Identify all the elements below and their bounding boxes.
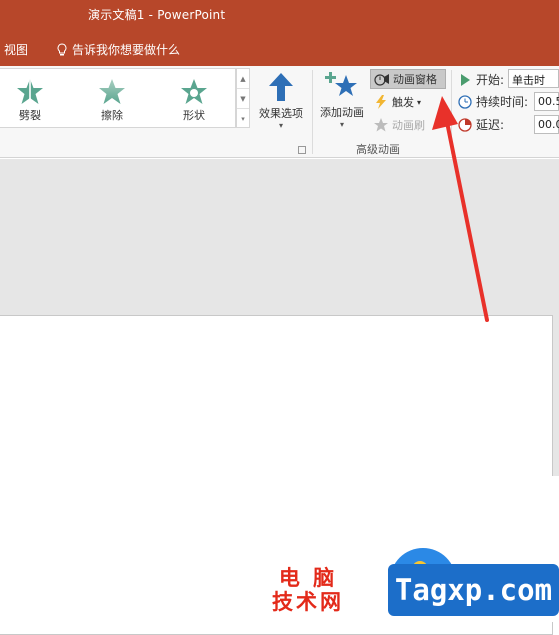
lightbulb-icon	[57, 42, 67, 55]
delay-label: 延迟:	[476, 118, 505, 132]
chevron-down-icon: ▾	[339, 120, 344, 129]
animation-pane-button[interactable]: 动画窗格	[370, 69, 446, 89]
add-animation-label: 添加动画	[320, 106, 364, 119]
gallery-more-icon[interactable]: ▾	[237, 109, 249, 129]
timing-delay: 延迟:	[458, 116, 504, 133]
gallery-label: 劈裂	[19, 109, 41, 122]
gallery-label: 形状	[183, 109, 205, 122]
effect-options-label: 效果选项	[259, 107, 303, 120]
timing-duration: 持续时间:	[458, 93, 528, 110]
delay-clock-icon	[458, 117, 472, 132]
duration-input[interactable]: 00.5	[534, 92, 559, 111]
dialog-launcher-icon[interactable]	[298, 146, 306, 154]
group-divider	[312, 70, 313, 154]
watermark-logo: Tagxp.com	[388, 564, 559, 616]
scroll-up-icon[interactable]: ▲	[237, 69, 249, 89]
gallery-item-split[interactable]: 劈裂	[0, 77, 60, 123]
play-icon	[461, 73, 470, 86]
split-star-icon	[17, 79, 43, 104]
timing-start: 开始:	[458, 71, 504, 88]
gallery-scrollbar[interactable]: ▲ ▼ ▾	[236, 68, 250, 128]
add-animation-button[interactable]: 添加动画 ▾	[316, 70, 368, 142]
animation-painter-button[interactable]: 动画刷	[370, 115, 428, 135]
trigger-label: 触发	[392, 96, 414, 109]
wipe-star-icon	[99, 79, 125, 104]
title-bar: 演示文稿1 - PowerPoint	[0, 0, 559, 33]
chevron-down-icon: ▾	[417, 97, 422, 107]
ribbon-tab-bar: 视图 告诉我你想要做什么	[0, 33, 559, 66]
animations-ribbon: 劈裂 擦除 形状 ▲ ▼ ▾ 效果选项 ▾ 添加动画 ▾ 动画窗格 触发 ▾ 动…	[0, 66, 559, 158]
gallery-item-shape[interactable]: 形状	[164, 77, 224, 123]
animation-painter-label: 动画刷	[392, 119, 425, 132]
tab-view[interactable]: 视图	[4, 41, 28, 58]
watermark-text: 电 脑 技术网	[272, 566, 344, 614]
watermark-line2: 技术网	[272, 590, 344, 614]
add-star-icon	[325, 72, 357, 96]
clock-icon	[458, 94, 472, 109]
gallery-label: 擦除	[101, 109, 123, 122]
group-divider	[451, 70, 452, 154]
effect-options-button[interactable]: 效果选项 ▾	[254, 70, 308, 142]
painter-star-icon	[374, 118, 388, 132]
watermark-line1: 电 脑	[278, 566, 338, 590]
gallery-item-wipe[interactable]: 擦除	[82, 77, 142, 123]
animation-pane-label: 动画窗格	[393, 73, 437, 86]
lightning-icon	[376, 95, 386, 109]
duration-label: 持续时间:	[476, 95, 529, 109]
scroll-down-icon[interactable]: ▼	[237, 89, 249, 109]
animation-pane-icon	[374, 74, 389, 86]
tell-me-text: 告诉我你想要做什么	[72, 43, 181, 57]
start-select[interactable]: 单击时	[508, 69, 559, 88]
animation-gallery: 劈裂 擦除 形状	[0, 68, 236, 128]
chevron-down-icon: ▾	[278, 121, 283, 130]
arrow-up-icon	[269, 73, 293, 101]
delay-input[interactable]: 00.0	[534, 115, 559, 134]
window-title: 演示文稿1 - PowerPoint	[88, 8, 226, 22]
start-label: 开始:	[476, 73, 505, 87]
trigger-button[interactable]: 触发 ▾	[370, 92, 424, 112]
tell-me-box[interactable]: 告诉我你想要做什么	[56, 41, 180, 58]
advanced-animation-group-label: 高级动画	[356, 143, 400, 156]
shape-star-icon	[181, 79, 207, 104]
